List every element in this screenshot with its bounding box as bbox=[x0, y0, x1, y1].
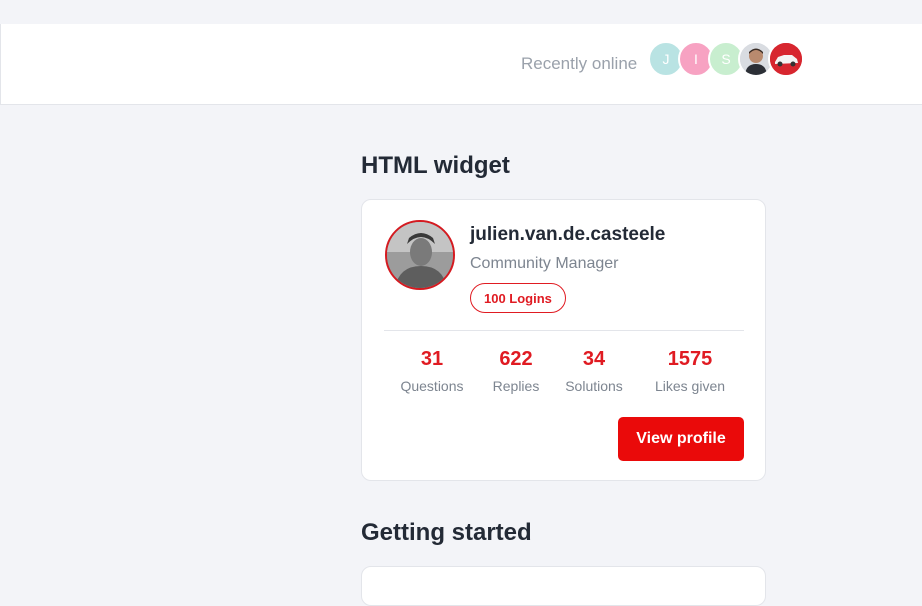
stat-value: 1575 bbox=[667, 348, 713, 370]
profile-username[interactable]: julien.van.de.casteele bbox=[470, 224, 665, 246]
stat-questions: 31 Questions bbox=[400, 348, 464, 394]
getting-started-card bbox=[361, 566, 766, 606]
avatar-car-photo[interactable] bbox=[768, 41, 804, 77]
stat-value: 34 bbox=[582, 348, 606, 370]
logins-badge: 100 Logins bbox=[470, 283, 566, 313]
top-strip bbox=[0, 0, 922, 24]
avatar-initial: J bbox=[662, 51, 670, 67]
getting-started-title: Getting started bbox=[361, 519, 532, 546]
profile-avatar[interactable] bbox=[385, 220, 455, 290]
stat-label: Likes given bbox=[654, 378, 726, 394]
card-divider bbox=[384, 330, 744, 331]
car-photo-icon bbox=[770, 43, 802, 75]
stat-solutions: 34 Solutions bbox=[561, 348, 627, 394]
profile-card: julien.van.de.casteele Community Manager… bbox=[361, 199, 766, 481]
stat-label: Solutions bbox=[565, 378, 623, 394]
avatar-initial: I bbox=[694, 51, 698, 67]
stat-replies: 622 Replies bbox=[484, 348, 548, 394]
stat-label: Replies bbox=[492, 378, 540, 394]
recently-online-label: Recently online bbox=[521, 54, 638, 73]
html-widget-title: HTML widget bbox=[361, 152, 510, 179]
stat-label: Questions bbox=[400, 378, 464, 394]
profile-photo-icon bbox=[387, 222, 453, 288]
avatar-initial: S bbox=[721, 51, 731, 67]
header-bar: Recently online J I S bbox=[0, 24, 922, 105]
view-profile-button[interactable]: View profile bbox=[618, 417, 744, 461]
stat-value: 622 bbox=[499, 348, 533, 370]
stat-value: 31 bbox=[420, 348, 444, 370]
profile-role: Community Manager bbox=[470, 255, 619, 272]
stat-likes-given: 1575 Likes given bbox=[650, 348, 730, 394]
